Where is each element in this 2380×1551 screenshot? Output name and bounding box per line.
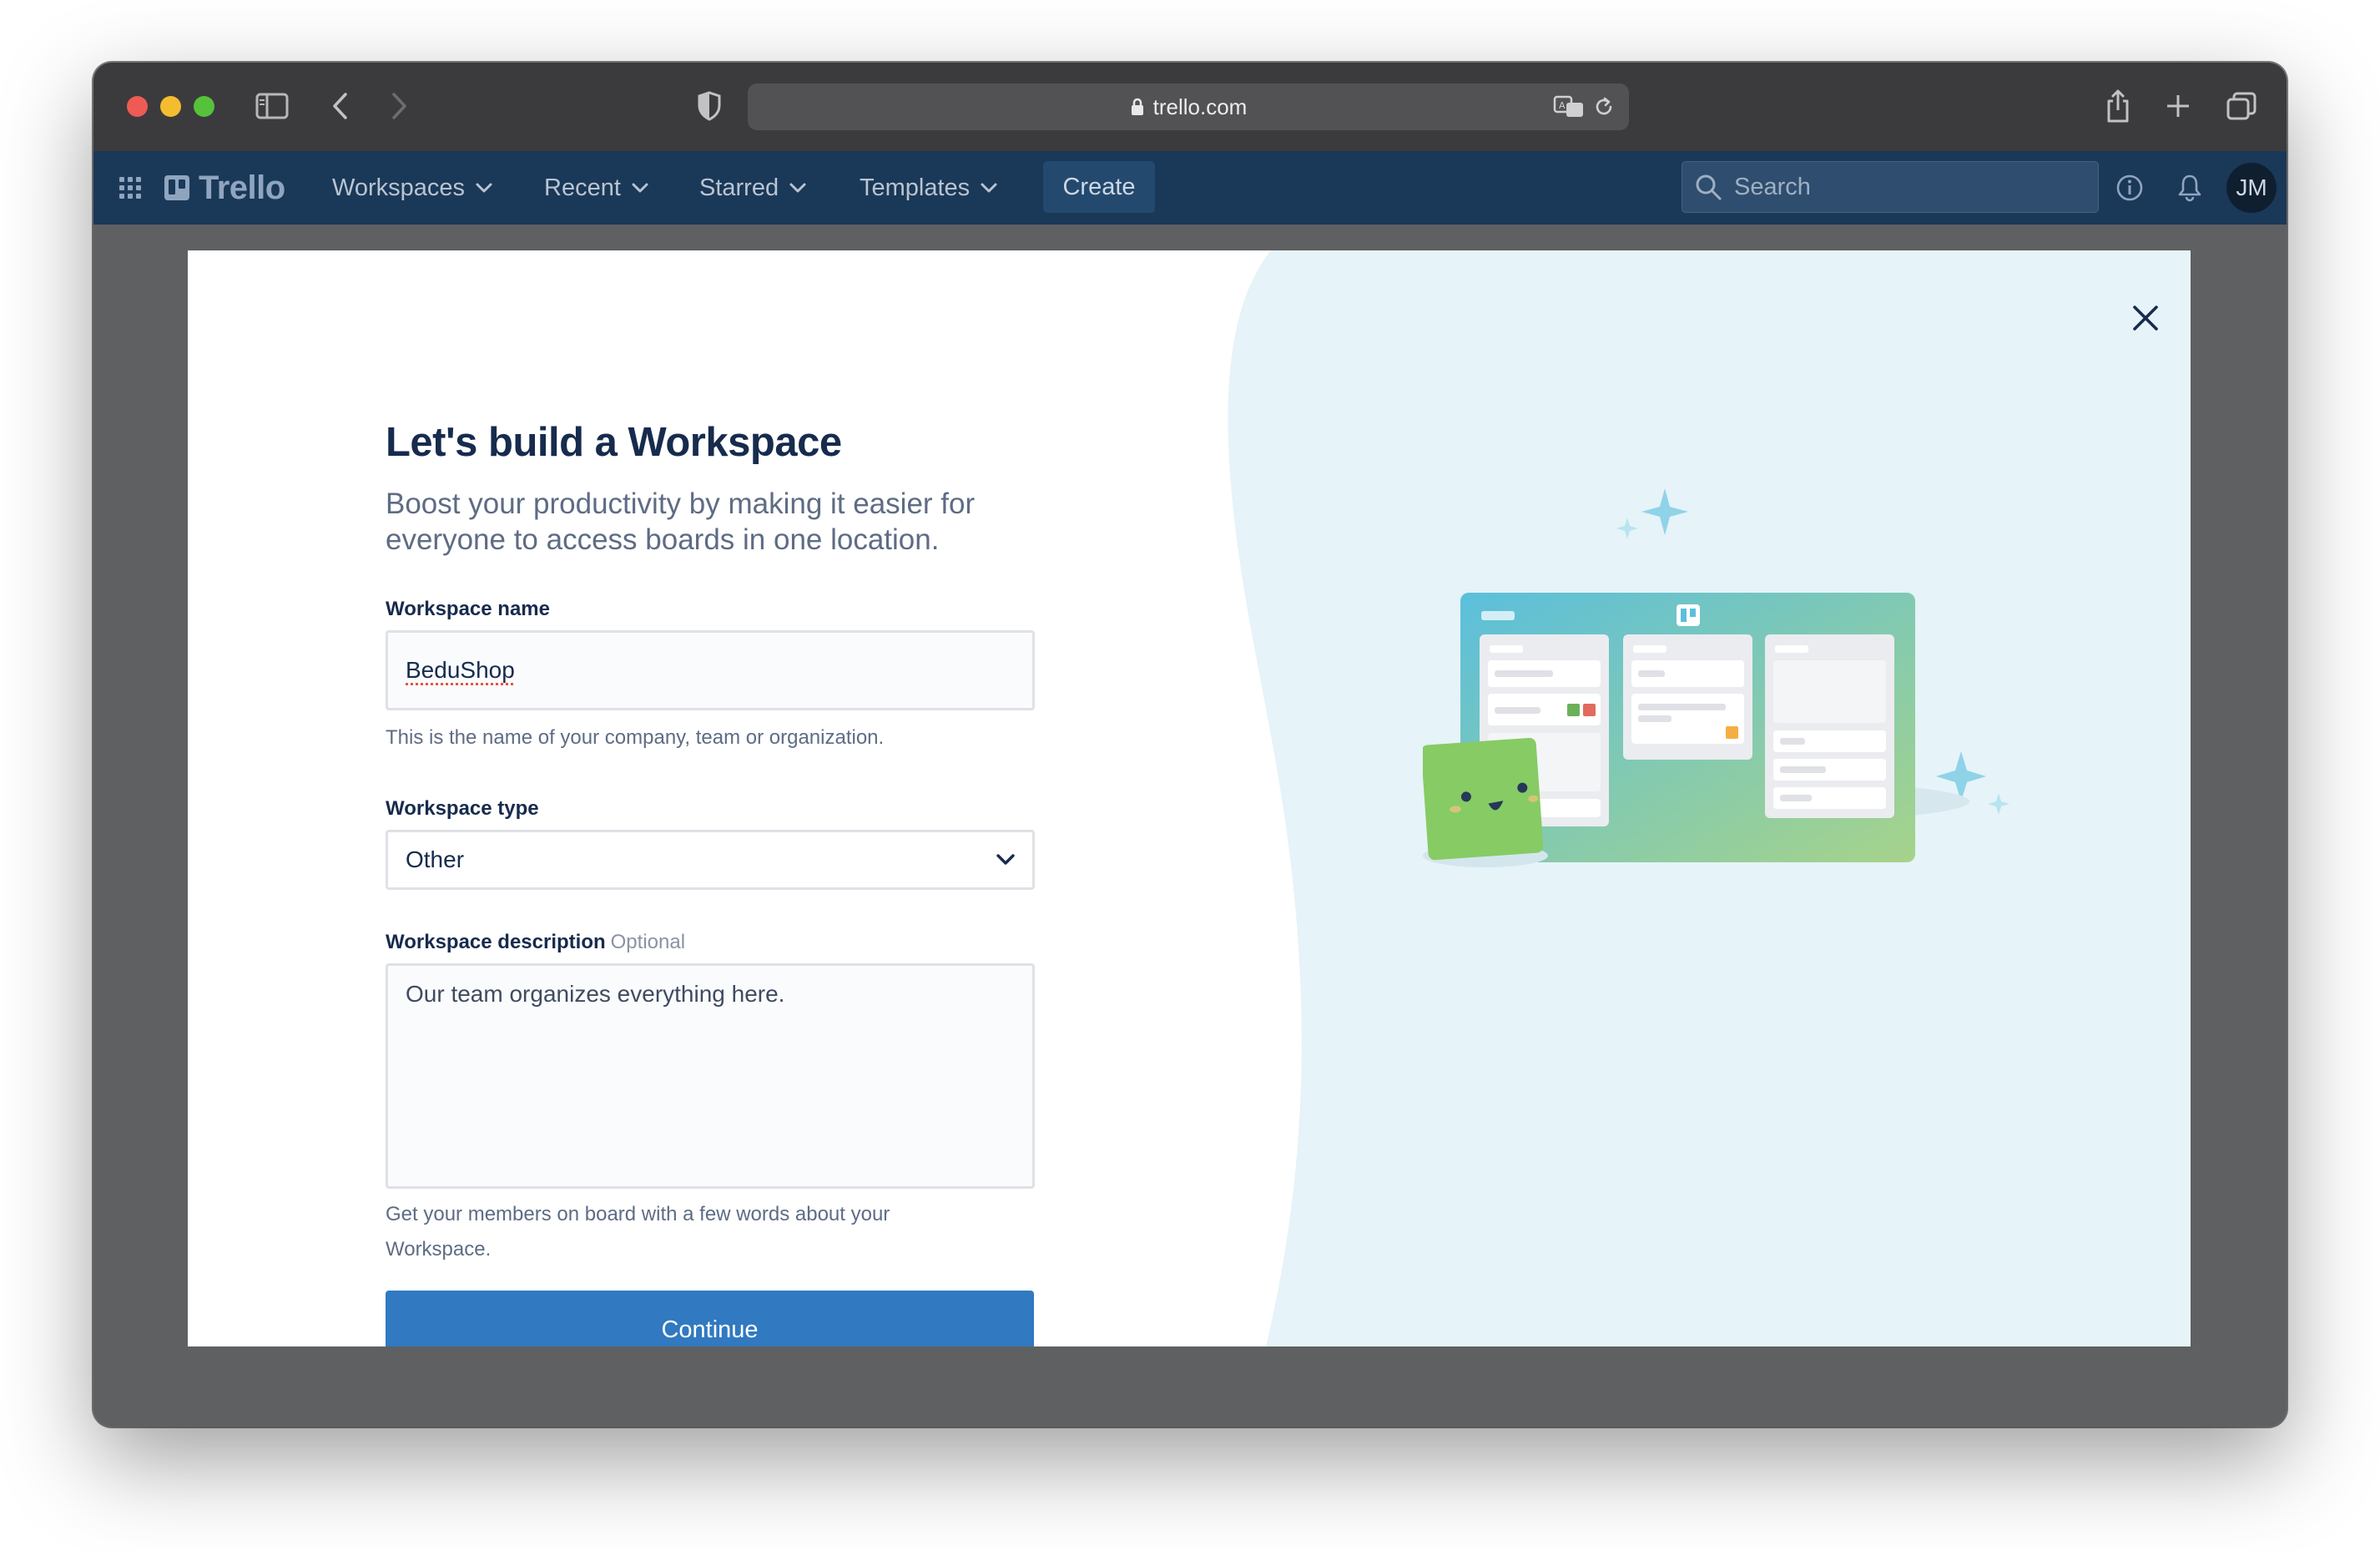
continue-button[interactable]: Continue <box>386 1291 1034 1346</box>
search-icon <box>1696 174 1722 200</box>
search-input[interactable]: Search <box>1682 161 2099 213</box>
minimize-window-button[interactable] <box>160 96 181 117</box>
board-illustration <box>1423 488 2009 867</box>
notifications-bell-icon[interactable] <box>2171 169 2208 206</box>
recent-menu[interactable]: Recent <box>544 151 649 225</box>
starred-menu-label: Starred <box>699 174 779 201</box>
new-tab-icon[interactable] <box>2161 89 2195 123</box>
chevron-down-icon <box>789 183 806 193</box>
back-icon[interactable] <box>324 89 357 123</box>
starred-menu[interactable]: Starred <box>699 151 807 225</box>
browser-titlebar: trello.com A <box>93 63 2287 151</box>
reload-icon[interactable] <box>1591 92 1617 122</box>
sidebar-toggle-icon[interactable] <box>254 89 290 123</box>
workspace-name-label: Workspace name <box>386 598 550 620</box>
chevron-down-icon <box>476 183 492 193</box>
workspace-type-select[interactable]: Other <box>386 830 1035 890</box>
privacy-shield-icon[interactable] <box>693 89 726 123</box>
translate-icon[interactable]: A <box>1552 92 1586 122</box>
forward-icon[interactable] <box>382 89 416 123</box>
close-icon <box>2133 306 2158 331</box>
share-icon[interactable] <box>2101 86 2135 126</box>
workspace-description-help: Get your members on board with a few wor… <box>386 1203 890 1261</box>
templates-menu-label: Templates <box>860 174 971 201</box>
optional-tag: Optional <box>610 931 686 953</box>
app-switcher-icon[interactable] <box>113 171 147 205</box>
recent-menu-label: Recent <box>544 174 621 201</box>
create-workspace-modal: Let's build a Workspace Boost your produ… <box>188 250 2191 1346</box>
tab-overview-icon[interactable] <box>2223 89 2260 123</box>
workspace-name-help: This is the name of your company, team o… <box>386 726 885 749</box>
browser-window: trello.com A Trello Workspaces Recent St… <box>93 63 2287 1427</box>
workspace-description-label: Workspace description Optional <box>386 931 685 954</box>
modal-title: Let's build a Workspace <box>386 420 842 465</box>
templates-menu[interactable]: Templates <box>860 151 998 225</box>
lock-icon <box>1131 98 1143 115</box>
trello-logo-text: Trello <box>199 169 285 206</box>
close-window-button[interactable] <box>127 96 148 117</box>
workspaces-menu-label: Workspaces <box>332 174 466 201</box>
workspace-type-label: Workspace type <box>386 797 539 820</box>
workspace-description-field[interactable]: Our team organizes everything here. <box>386 963 1035 1189</box>
chevron-down-icon <box>632 183 648 193</box>
avatar[interactable]: JM <box>2226 163 2277 213</box>
search-placeholder: Search <box>1734 173 1811 200</box>
workspaces-menu[interactable]: Workspaces <box>332 151 493 225</box>
chevron-down-icon <box>981 183 997 193</box>
workspace-name-field[interactable]: BeduShop <box>386 630 1035 710</box>
svg-text:A: A <box>1559 100 1566 111</box>
workspace-description-label-text: Workspace description <box>386 931 606 953</box>
modal-subtitle: Boost your productivity by making it eas… <box>386 488 976 556</box>
create-button[interactable]: Create <box>1043 161 1155 213</box>
chevron-down-icon <box>996 854 1015 865</box>
workspace-type-value: Other <box>406 846 465 872</box>
close-modal-button[interactable] <box>2122 295 2169 341</box>
zoom-window-button[interactable] <box>194 96 214 117</box>
info-icon[interactable] <box>2111 169 2148 206</box>
workspace-description-value: Our team organizes everything here. <box>406 981 785 1007</box>
url-text: trello.com <box>1152 93 1248 119</box>
trello-logo-icon <box>164 175 189 200</box>
workspace-name-value: BeduShop <box>406 657 515 683</box>
address-bar[interactable]: trello.com A <box>748 83 1629 130</box>
trello-logo[interactable]: Trello <box>164 151 285 225</box>
